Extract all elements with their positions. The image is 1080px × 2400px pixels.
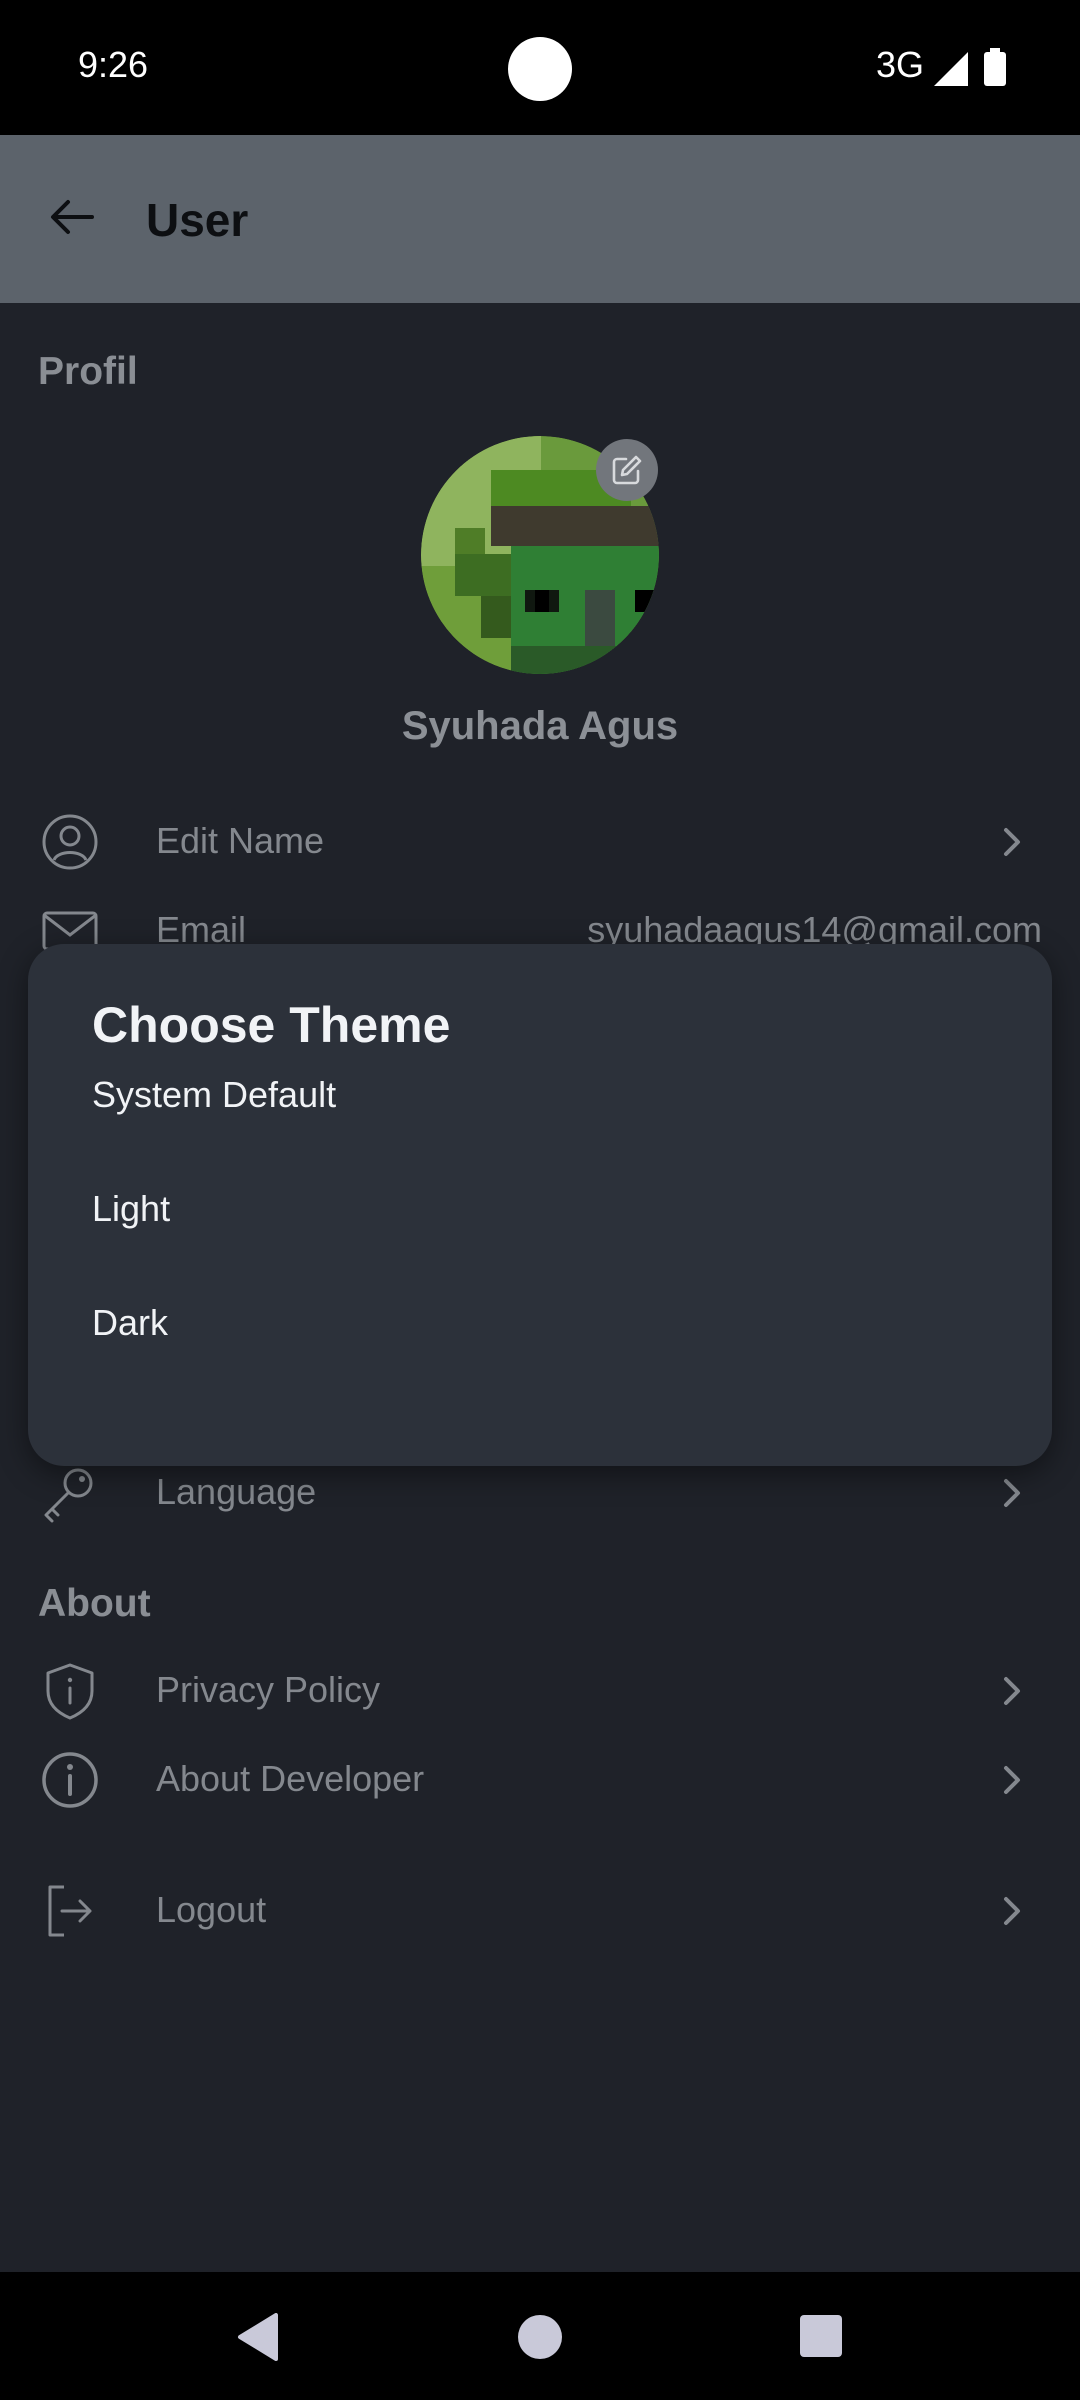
language-label: Language — [156, 1471, 317, 1512]
profile-section-title: Profil — [38, 350, 138, 393]
logout-row[interactable]: Logout — [0, 1871, 1080, 1951]
signal-icon — [934, 52, 968, 86]
nav-home-button[interactable] — [518, 2315, 562, 2359]
theme-option-label: System Default — [92, 1074, 337, 1115]
chevron-right-icon — [1004, 1677, 1020, 1705]
logout-icon — [48, 1885, 92, 1937]
back-button[interactable] — [42, 187, 102, 247]
status-time: 9:26 — [78, 44, 149, 85]
user-circle-icon — [42, 814, 98, 870]
privacy-policy-row[interactable]: Privacy Policy — [0, 1651, 1080, 1731]
chevron-right-icon — [1004, 1766, 1020, 1794]
privacy-policy-label: Privacy Policy — [156, 1669, 381, 1710]
theme-option-label: Dark — [92, 1302, 169, 1343]
edit-avatar-button[interactable] — [596, 439, 658, 501]
theme-option-system-default[interactable]: System Default — [28, 1044, 1052, 1144]
about-section-title: About — [38, 1582, 151, 1625]
chevron-right-icon — [1004, 1897, 1020, 1925]
profile-name: Syuhada Agus — [401, 704, 679, 748]
nav-recents-button[interactable] — [800, 2315, 842, 2357]
app-bar: User — [0, 135, 1080, 303]
nav-back-button[interactable] — [236, 2313, 280, 2361]
info-circle-icon — [42, 1752, 98, 1808]
theme-option-label: Light — [92, 1188, 171, 1229]
user-screen: 9:26 3G User Profil Syuhada Agus Edit Na… — [0, 0, 1080, 2400]
status-bar: 9:26 3G — [0, 0, 1080, 135]
about-developer-row[interactable]: About Developer — [0, 1740, 1080, 1820]
chevron-right-icon — [1004, 1479, 1020, 1507]
edit-name-row[interactable]: Edit Name — [0, 802, 1080, 882]
pencil-square-icon — [612, 455, 642, 485]
front-camera — [508, 37, 572, 101]
about-developer-label: About Developer — [156, 1758, 425, 1799]
arrow-left-icon — [51, 200, 94, 234]
edit-name-label: Edit Name — [156, 820, 325, 861]
page-title: User — [146, 194, 249, 246]
theme-option-light[interactable]: Light — [28, 1158, 1052, 1258]
theme-option-dark[interactable]: Dark — [28, 1272, 1052, 1372]
chevron-right-icon — [1004, 828, 1020, 856]
shield-icon — [46, 1663, 94, 1720]
battery-icon — [984, 48, 1006, 86]
logout-label: Logout — [156, 1889, 267, 1930]
network-type: 3G — [876, 44, 925, 85]
key-icon — [44, 1468, 93, 1523]
choose-theme-dialog: Choose Theme System Default Light Dark — [28, 944, 1052, 1466]
